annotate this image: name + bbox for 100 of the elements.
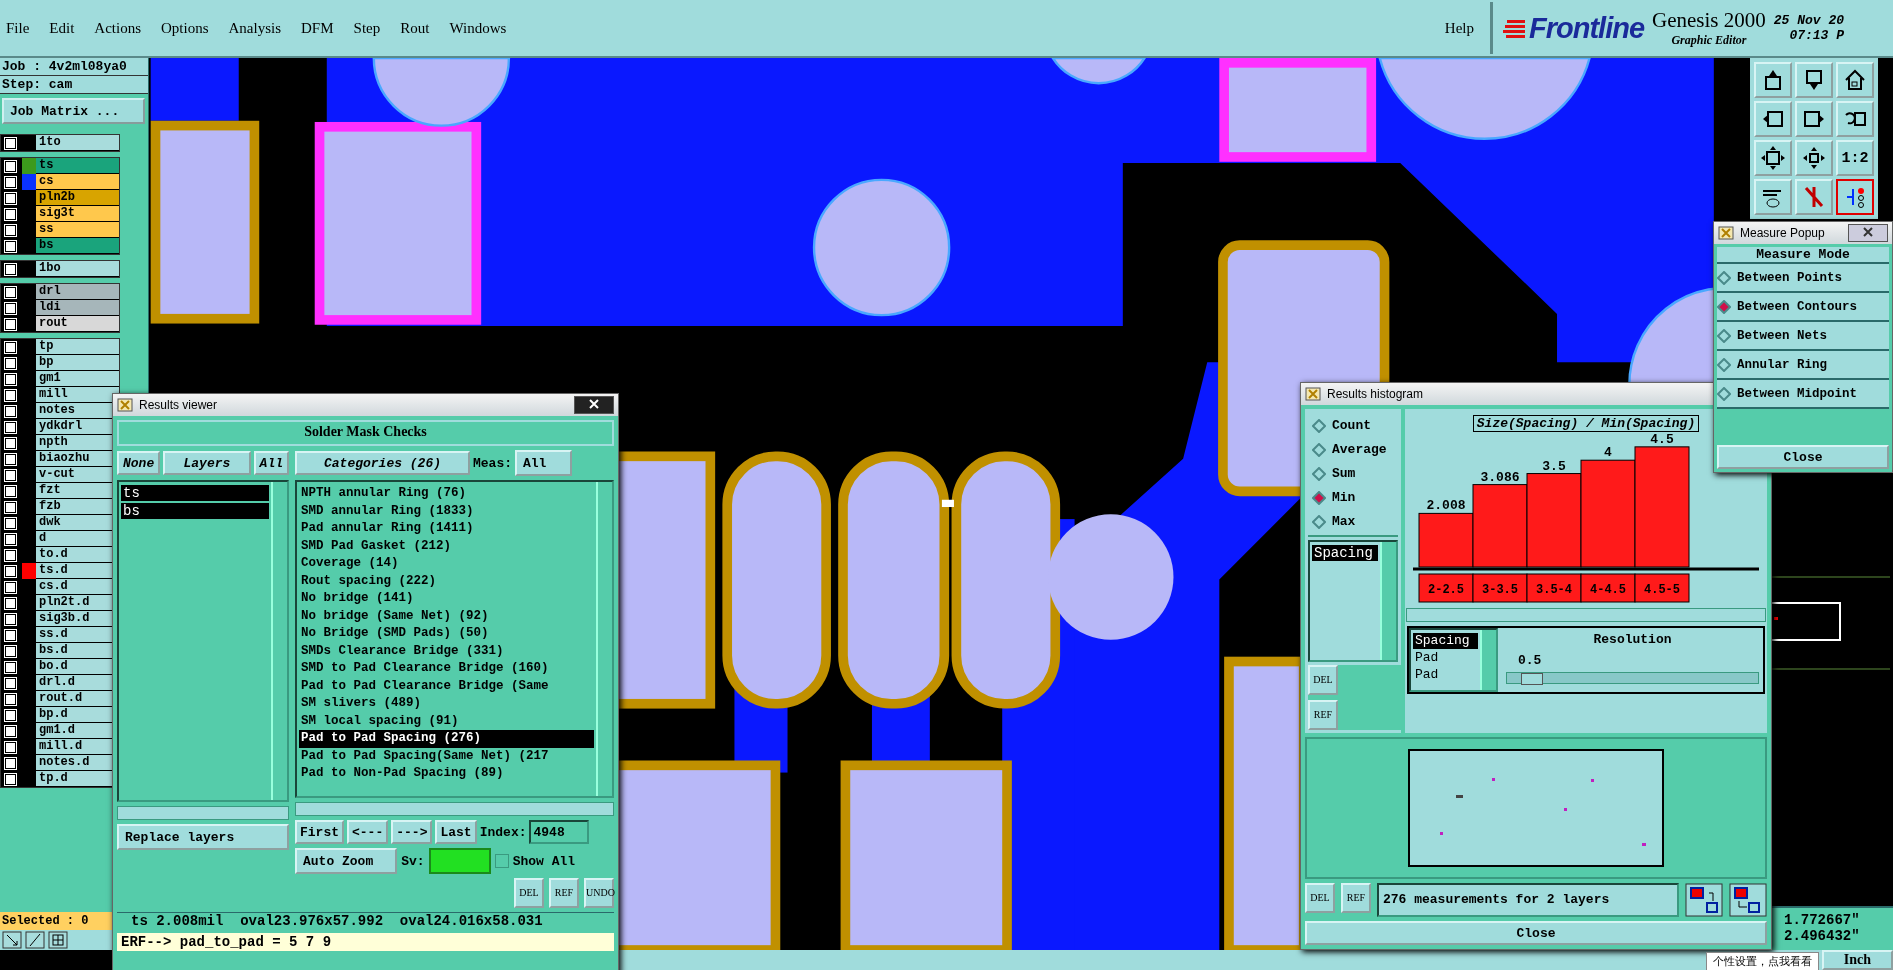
layer-checkbox[interactable] [5,741,16,753]
navigation-button[interactable]: ---> [391,820,433,844]
menu-item[interactable]: Step [353,19,381,37]
category-item[interactable]: SMD to Pad Clearance Bridge (160) [299,660,594,678]
action-button[interactable]: DEL [1308,665,1338,695]
layer-checkbox[interactable] [5,421,16,433]
action-button[interactable]: REF [549,878,579,908]
download-tool-button[interactable] [1795,62,1833,98]
layer-checkbox[interactable] [5,709,16,721]
layer-item[interactable]: cs [36,174,119,190]
import-icon[interactable] [1729,883,1767,917]
layer-checkbox[interactable] [5,137,16,149]
radio-button[interactable] [1312,514,1326,529]
action-button[interactable]: DEL [1305,883,1335,913]
radio-button[interactable] [1717,357,1731,372]
replace-mode-dropdown[interactable]: Replace layers [117,824,289,850]
close-button[interactable] [1848,224,1888,242]
layer-checkbox[interactable] [5,661,16,673]
layer-item[interactable]: 1to [36,135,119,151]
radio-button[interactable] [1717,299,1731,314]
radio-button[interactable] [1717,270,1731,285]
close-button[interactable]: Close [1717,445,1889,469]
layer-filter-button[interactable]: None [117,451,161,475]
category-item[interactable]: No Bridge (SMD Pads) (50) [299,625,594,643]
radio-button[interactable] [1312,418,1326,433]
scrollbar[interactable] [295,802,614,816]
menu-item[interactable]: Windows [449,19,507,37]
layer-item[interactable]: ss [36,222,119,238]
scrollbar[interactable] [1406,608,1766,622]
menu-item[interactable]: Analysis [228,19,282,37]
action-button[interactable]: UNDO [584,878,614,908]
category-item[interactable]: Rout spacing (222) [299,572,594,590]
layer-checkbox[interactable] [5,533,16,545]
category-item[interactable]: Pad to Non-Pad Spacing (89) [299,765,594,783]
show-all-checkbox[interactable] [494,854,509,868]
layer-checkbox[interactable] [5,208,16,220]
menu-item[interactable]: Options [161,19,209,37]
menu-item[interactable]: Actions [94,19,141,37]
category-item[interactable]: Pad annular Ring (1411) [299,520,594,538]
layer-checkbox[interactable] [5,192,16,204]
job-matrix-button[interactable]: Job Matrix ... [2,98,145,124]
layer-checkbox[interactable] [5,160,16,172]
layer-checkbox[interactable] [5,302,16,314]
pan-tool-button[interactable] [1795,140,1833,176]
layer-checkbox[interactable] [5,629,16,641]
layer-checkbox[interactable] [5,613,16,625]
attribute-list-item[interactable]: Pad [1413,650,1478,666]
layer-checkbox[interactable] [5,693,16,705]
radio-button[interactable] [1312,466,1326,481]
layer-checkbox[interactable] [5,565,16,577]
layer-checkbox[interactable] [5,453,16,465]
layer-checkbox[interactable] [5,549,16,561]
layer-list-item[interactable]: bs [121,503,269,519]
close-button[interactable] [574,396,614,414]
histogram-bar[interactable] [1526,473,1582,568]
layer-checkbox[interactable] [5,240,16,252]
layer-checkbox[interactable] [5,677,16,689]
radio-button[interactable] [1312,490,1326,505]
action-button[interactable]: DEL [514,878,544,908]
left-tool-button[interactable] [1754,101,1792,137]
layer-filter-button[interactable]: All [253,451,289,475]
close-button[interactable]: Close [1305,921,1767,945]
layer-item[interactable]: tp [36,339,119,355]
menu-item[interactable]: File [6,19,30,37]
histogram-bar[interactable] [1418,512,1474,568]
net-tool-button[interactable] [1836,179,1874,215]
undo-tool-button[interactable] [1836,101,1874,137]
menu-item[interactable]: DFM [301,19,334,37]
scrollbar[interactable] [117,806,289,820]
layer-checkbox[interactable] [5,485,16,497]
right-tool-button[interactable] [1795,101,1833,137]
category-item[interactable]: Pad to Pad Spacing(Same Net) (217 [299,747,594,765]
layer-checkbox[interactable] [5,341,16,353]
slash-icon[interactable] [25,931,45,949]
layer-checkbox[interactable] [5,645,16,657]
export-icon[interactable] [1685,883,1723,917]
layer-checkbox[interactable] [5,389,16,401]
help-menu[interactable]: Help [1444,19,1474,37]
attribute-list-item[interactable]: Spacing [1413,633,1478,649]
layer-checkbox[interactable] [5,357,16,369]
attribute-list-item[interactable]: Pad [1413,667,1478,683]
category-item[interactable]: Pad to Pad Clearance Bridge (Same [299,677,594,695]
category-item[interactable]: SM local spacing (91) [299,712,594,730]
resize-icon[interactable] [2,931,22,949]
layer-checkbox[interactable] [5,501,16,513]
category-item[interactable]: No bridge (141) [299,590,594,608]
layer-checkbox[interactable] [5,597,16,609]
layer-checkbox[interactable] [5,469,16,481]
layer-item[interactable]: mill [36,387,119,403]
layer-checkbox[interactable] [5,517,16,529]
layer-item[interactable]: ldi [36,300,119,316]
navigation-button[interactable]: Last [435,820,477,844]
radio-button[interactable] [1717,328,1731,343]
measure-list-item[interactable]: Spacing [1312,545,1378,561]
home-tool-button[interactable] [1836,62,1874,98]
layer-item[interactable]: 1bo [36,261,119,277]
zoom-mode-dropdown[interactable]: Auto Zoom [295,848,398,874]
categories-button[interactable]: Categories (26) [295,451,470,475]
upload-tool-button[interactable] [1754,62,1792,98]
layer-checkbox[interactable] [5,757,16,769]
